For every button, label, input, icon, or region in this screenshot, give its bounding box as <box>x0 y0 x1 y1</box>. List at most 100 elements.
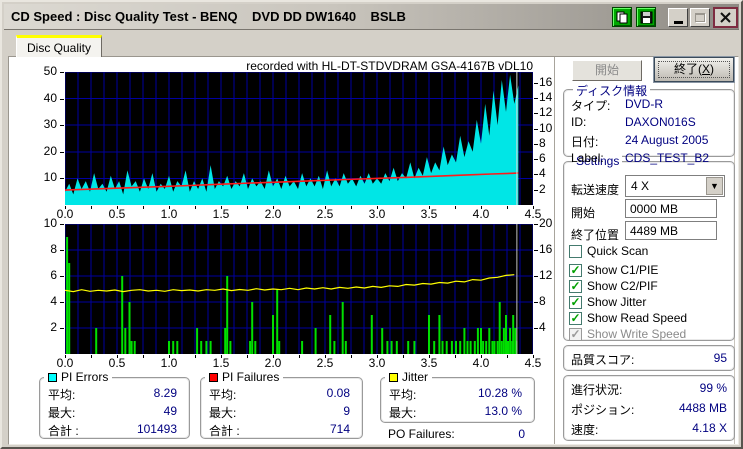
empty-checkbox-icon[interactable] <box>569 244 582 258</box>
axis-tick-label: 14 <box>539 89 553 104</box>
start-position-label: 開始 <box>571 206 596 220</box>
axis-tick-mark <box>507 206 508 209</box>
chevron-down-icon[interactable]: ▼ <box>706 177 723 195</box>
axis-tick-mark <box>60 224 64 225</box>
quality-score-value: 95 <box>713 351 727 365</box>
axis-tick-label: 4.5 <box>524 356 542 370</box>
progress-value: 4.18 X <box>692 421 727 435</box>
progress-label: ポジション: <box>571 403 635 417</box>
save-button[interactable] <box>636 7 656 27</box>
tab-label: Disc Quality <box>26 40 91 55</box>
checkbox-show-c1-pie[interactable]: ✓ Show C1/PIE <box>569 263 658 277</box>
exit-button[interactable]: 終了(X) <box>653 56 735 83</box>
minimize-button[interactable] <box>668 8 688 27</box>
stat-label: 最大: <box>389 406 417 420</box>
checkmark-icon[interactable]: ✓ <box>569 311 582 325</box>
checkmark-icon: ✓ <box>569 326 582 341</box>
axis-tick-mark <box>117 206 118 209</box>
axis-tick-mark <box>60 328 64 329</box>
stat-value: 10.28 % <box>477 386 522 400</box>
stat-row: 最大: 13.0 % <box>389 404 522 421</box>
stat-row: 平均: 0.08 <box>209 386 350 403</box>
axis-tick-mark <box>325 206 326 209</box>
axis-tick-mark <box>60 125 64 127</box>
jitter-legend-label: Jitter <box>402 370 429 384</box>
stat-label: 合計 : <box>209 424 240 438</box>
axis-tick-mark <box>299 355 300 358</box>
checkbox-show-read-speed[interactable]: ✓ Show Read Speed <box>569 311 687 325</box>
stat-row: 最大: 9 <box>209 404 350 421</box>
axis-tick-label: 1.5 <box>212 207 230 221</box>
close-button[interactable] <box>713 7 738 28</box>
disc-info-label: ID: <box>571 115 587 129</box>
checkbox-label: Show Read Speed <box>587 311 688 325</box>
axis-tick-label: 3.0 <box>368 207 386 221</box>
axis-tick-mark <box>60 250 64 251</box>
axis-tick-label: 8 <box>50 242 57 256</box>
end-position-input[interactable]: 4489 MB <box>625 221 717 240</box>
axis-tick-mark <box>117 355 118 358</box>
stat-value: 101493 <box>136 422 177 436</box>
end-position-label: 終了位置 <box>571 228 620 242</box>
axis-tick-mark <box>60 302 64 303</box>
stat-row: 合計 : 101493 <box>48 422 177 439</box>
axis-tick-mark <box>534 302 538 303</box>
checkmark-icon[interactable]: ✓ <box>569 295 582 309</box>
speed-select-value: 4 X <box>631 179 650 193</box>
disc-info-value: 24 August 2005 <box>625 133 709 147</box>
stat-row: 最大: 49 <box>48 404 177 421</box>
tab-disc-quality[interactable]: Disc Quality <box>16 35 102 57</box>
stat-value: 8.29 <box>153 386 177 400</box>
jitter-legend: Jitter <box>385 370 433 384</box>
quality-score-label: 品質スコア: <box>571 353 635 367</box>
axis-tick-label: 12 <box>539 105 553 120</box>
axis-tick-mark <box>455 206 456 209</box>
axis-tick-label: 3.0 <box>368 356 386 370</box>
checkbox-show-c2-pif[interactable]: ✓ Show C2/PIF <box>569 279 658 293</box>
pi-failures-legend-label: PI Failures <box>222 370 280 384</box>
checkbox-quick-scan[interactable]: Quick Scan <box>569 244 648 258</box>
axis-tick-mark <box>65 355 66 358</box>
axis-tick-label: 3.5 <box>420 356 438 370</box>
checkmark-icon[interactable]: ✓ <box>569 279 582 293</box>
stat-row: 平均: 10.28 % <box>389 386 522 403</box>
checkbox-label: Show C1/PIE <box>587 263 659 277</box>
progress-value: 4488 MB <box>678 401 727 415</box>
axis-tick-mark <box>377 206 378 209</box>
axis-tick-mark <box>60 98 64 100</box>
checkbox-show-jitter[interactable]: ✓ Show Jitter <box>569 295 646 309</box>
axis-tick-label: 0.0 <box>56 356 74 370</box>
disc-info-label: Label: <box>571 151 604 165</box>
chart-canvas <box>64 223 534 354</box>
checkbox-label: Show C2/PIF <box>587 279 658 293</box>
axis-tick-mark <box>534 276 538 277</box>
axis-tick-label: 2 <box>50 320 57 334</box>
maximize-icon <box>695 13 705 22</box>
axis-tick-mark <box>351 206 352 209</box>
progress-row: ポジション: 4488 MB <box>571 401 727 418</box>
axis-tick-mark <box>325 355 326 358</box>
disc-info-label: 日付: <box>571 135 599 149</box>
axis-tick-label: 2.5 <box>316 356 334 370</box>
start-position-input[interactable]: 0000 MB <box>625 199 717 218</box>
pi-failures-legend: PI Failures <box>205 370 284 384</box>
axis-tick-label: 1.0 <box>160 207 178 221</box>
axis-tick-label: 2.0 <box>264 356 282 370</box>
axis-tick-mark <box>534 143 538 145</box>
stat-value: 49 <box>163 404 177 418</box>
axis-tick-label: 4 <box>539 166 546 181</box>
pi-errors-legend-label: PI Errors <box>61 370 109 384</box>
axis-tick-mark <box>481 355 482 358</box>
checkmark-icon[interactable]: ✓ <box>569 263 582 277</box>
progress-label: 速度: <box>571 423 599 437</box>
start-button[interactable]: 開始 <box>572 60 642 81</box>
copy-button[interactable] <box>612 7 632 27</box>
axis-tick-mark <box>91 355 92 358</box>
axis-tick-label: 0.0 <box>56 207 74 221</box>
axis-tick-label: 6 <box>539 151 546 166</box>
axis-tick-label: 10 <box>43 216 57 230</box>
speed-select[interactable]: 4 X ▼ <box>625 175 725 197</box>
axis-tick-mark <box>534 250 538 251</box>
maximize-button[interactable] <box>690 8 710 27</box>
axis-tick-label: 4 <box>50 294 57 308</box>
